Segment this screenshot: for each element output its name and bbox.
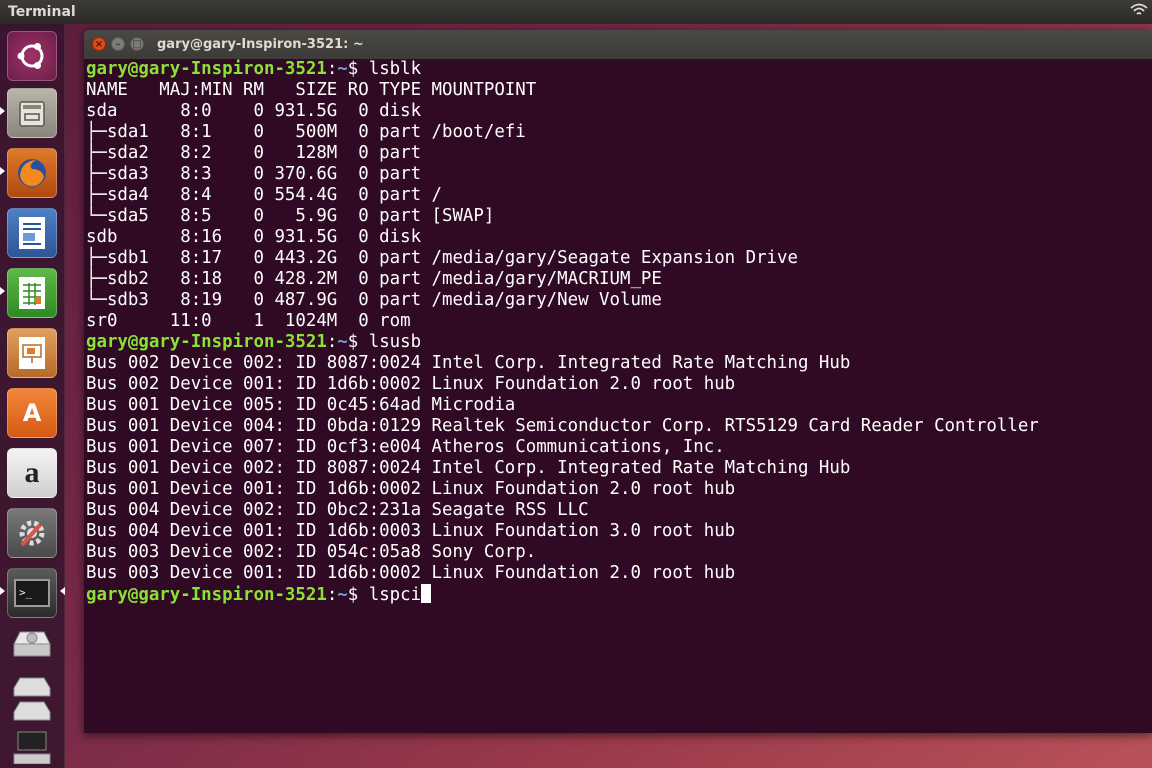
- command-text: lsusb: [368, 332, 422, 352]
- command-input: lspci: [368, 585, 422, 605]
- output-line: Bus 001 Device 004: ID 0bda:0129 Realtek…: [86, 416, 1039, 436]
- output-line: Bus 001 Device 002: ID 8087:0024 Intel C…: [86, 458, 851, 478]
- output-line: NAME MAJ:MIN RM SIZE RO TYPE MOUNTPOINT: [86, 80, 537, 100]
- output-line: ├─sdb2 8:18 0 428.2M 0 part /media/gary/…: [86, 269, 662, 289]
- launcher-firefox-button[interactable]: [7, 148, 57, 198]
- prompt-end: $: [347, 585, 369, 605]
- output-line: ├─sda4 8:4 0 554.4G 0 part /: [86, 185, 442, 205]
- prompt-path: ~: [337, 585, 348, 605]
- launcher-impress-button[interactable]: [7, 328, 57, 378]
- launcher-settings-button[interactable]: [7, 508, 57, 558]
- terminal-output[interactable]: gary@gary-Inspiron-3521:~$ lsblk NAME MA…: [86, 59, 1152, 733]
- amazon-logo-icon: a: [24, 456, 40, 489]
- prompt-line: gary@gary-Inspiron-3521:~$ lsblk: [86, 59, 1152, 80]
- prompt-user: gary@gary-Inspiron-3521: [86, 585, 327, 605]
- spreadsheet-icon: [19, 277, 45, 309]
- drive-stack-icon: [13, 677, 51, 764]
- prompt-end: $: [347, 332, 369, 352]
- terminal-icon: >_: [14, 579, 50, 607]
- maximize-icon[interactable]: □: [130, 37, 144, 51]
- launcher-terminal-button[interactable]: >_: [7, 568, 57, 618]
- output-line: Bus 002 Device 001: ID 1d6b:0002 Linux F…: [86, 374, 736, 394]
- launcher-files-button[interactable]: [7, 88, 57, 138]
- output-line: Bus 001 Device 005: ID 0c45:64ad Microdi…: [86, 395, 516, 415]
- output-line: ├─sda1 8:1 0 500M 0 part /boot/efi: [86, 122, 526, 142]
- firefox-icon: [18, 159, 46, 187]
- output-line: sdb 8:16 0 931.5G 0 disk: [86, 227, 432, 247]
- output-line: Bus 002 Device 002: ID 8087:0024 Intel C…: [86, 353, 851, 373]
- writer-document-icon: [19, 217, 45, 249]
- terminal-window: × – □ gary@gary-Inspiron-3521: ~ gary@ga…: [84, 30, 1152, 733]
- text-cursor: [421, 584, 432, 603]
- output-line: └─sda5 8:5 0 5.9G 0 part [SWAP]: [86, 206, 495, 226]
- output-line: ├─sdb1 8:17 0 443.2G 0 part /media/gary/…: [86, 248, 798, 268]
- output-line: Bus 003 Device 002: ID 054c:05a8 Sony Co…: [86, 542, 537, 562]
- prompt-path: ~: [337, 332, 348, 352]
- launcher-writer-button[interactable]: [7, 208, 57, 258]
- close-icon[interactable]: ×: [92, 37, 106, 51]
- output-line: sda 8:0 0 931.5G 0 disk: [86, 101, 432, 121]
- output-line: Bus 001 Device 007: ID 0cf3:e004 Atheros…: [86, 437, 725, 457]
- gear-wrench-icon: [19, 520, 45, 547]
- prompt-line-current[interactable]: gary@gary-Inspiron-3521:~$ lspci: [86, 584, 1152, 605]
- prompt-line: gary@gary-Inspiron-3521:~$ lsusb: [86, 332, 1152, 353]
- prompt-sep: :: [326, 59, 338, 79]
- output-line: └─sdb3 8:19 0 487.9G 0 part /media/gary/…: [86, 290, 662, 310]
- top-panel: Terminal: [0, 0, 1152, 24]
- prompt-user: gary@gary-Inspiron-3521: [86, 332, 327, 352]
- launcher-calc-button[interactable]: [7, 268, 57, 318]
- command-text: lsblk: [368, 59, 422, 79]
- launcher-amazon-button[interactable]: a: [7, 448, 57, 498]
- unity-launcher: A a >_: [0, 24, 65, 768]
- prompt-sep: :: [326, 332, 338, 352]
- presentation-icon: [19, 337, 45, 369]
- file-cabinet-icon: [19, 101, 45, 127]
- output-line: Bus 001 Device 001: ID 1d6b:0002 Linux F…: [86, 479, 736, 499]
- prompt-end: $: [347, 59, 369, 79]
- output-line: sr0 11:0 1 1024M 0 rom: [86, 311, 432, 331]
- active-app-name: Terminal: [8, 4, 76, 20]
- launcher-drive-button[interactable]: [7, 621, 57, 671]
- window-titlebar[interactable]: × – □ gary@gary-Inspiron-3521: ~: [84, 30, 1152, 59]
- prompt-sep: :: [326, 585, 338, 605]
- output-line: Bus 003 Device 001: ID 1d6b:0002 Linux F…: [86, 563, 736, 583]
- ubuntu-logo-icon: [17, 43, 44, 69]
- shopping-bag-icon: A: [22, 399, 42, 427]
- launcher-drive-stack[interactable]: [7, 674, 57, 764]
- output-line: Bus 004 Device 002: ID 0bc2:231a Seagate…: [86, 500, 589, 520]
- launcher-software-button[interactable]: A: [7, 388, 57, 438]
- wifi-icon[interactable]: [1130, 2, 1150, 22]
- minimize-icon[interactable]: –: [111, 37, 125, 51]
- prompt-user: gary@gary-Inspiron-3521: [86, 59, 327, 79]
- prompt-path: ~: [337, 59, 348, 79]
- output-line: Bus 004 Device 001: ID 1d6b:0003 Linux F…: [86, 521, 736, 541]
- launcher-dash-button[interactable]: [7, 31, 57, 81]
- hard-drive-icon: [13, 631, 51, 657]
- output-line: ├─sda2 8:2 0 128M 0 part: [86, 143, 432, 163]
- output-line: ├─sda3 8:3 0 370.6G 0 part: [86, 164, 432, 184]
- window-title: gary@gary-Inspiron-3521: ~: [157, 37, 364, 52]
